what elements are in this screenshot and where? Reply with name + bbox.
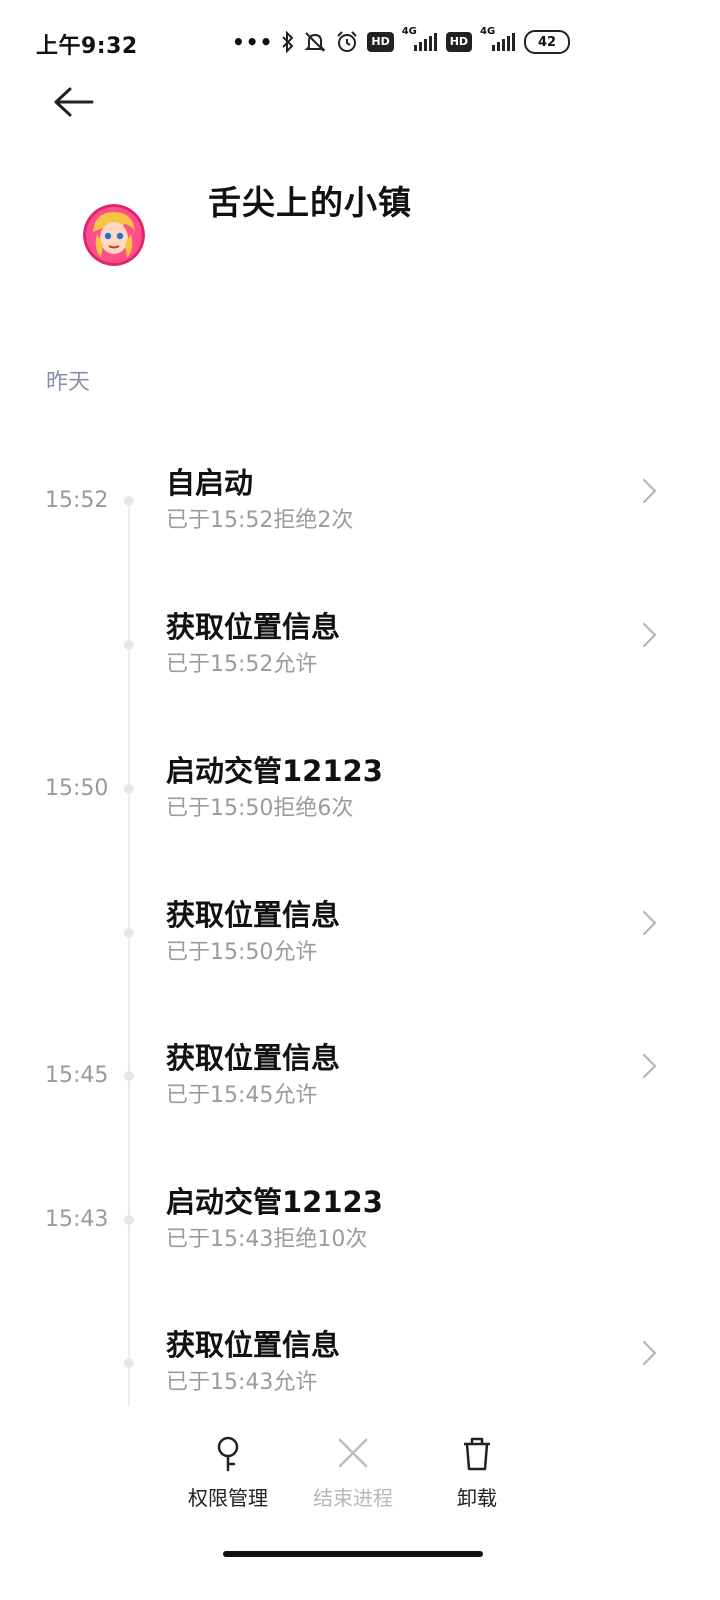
entry-title: 获取位置信息 <box>166 898 341 932</box>
end-process-label: 结束进程 <box>313 1486 393 1510</box>
chevron-right-icon <box>642 622 657 648</box>
hd-icon: HD <box>445 32 473 52</box>
chevron-right-icon <box>642 1340 657 1366</box>
entry-title: 启动交管12123 <box>166 754 383 788</box>
more-dots-icon: ••• <box>232 30 274 54</box>
key-icon <box>217 1436 239 1472</box>
entry-subtitle: 已于15:43拒绝10次 <box>166 1227 368 1252</box>
entry-title: 获取位置信息 <box>166 610 341 644</box>
entry-time: 15:43 <box>45 1207 109 1232</box>
end-process-button[interactable]: 结束进程 <box>298 1434 408 1524</box>
entry-subtitle: 已于15:52允许 <box>166 652 318 677</box>
entry-title: 自启动 <box>166 466 254 500</box>
entry-title: 启动交管12123 <box>166 1185 383 1219</box>
timeline-entry[interactable]: 15:45 获取位置信息 已于15:45允许 <box>0 1041 720 1163</box>
timeline-entry[interactable]: 获取位置信息 已于15:52允许 <box>0 610 720 732</box>
entry-time: 15:50 <box>45 776 109 801</box>
timeline-dot <box>124 1215 134 1225</box>
entry-time: 15:45 <box>45 1063 109 1088</box>
section-date: 昨天 <box>46 370 91 395</box>
signal-icon: 4G <box>480 27 516 55</box>
back-arrow-icon <box>54 87 94 117</box>
bottom-action-bar: 权限管理 结束进程 卸载 <box>0 1420 720 1520</box>
entry-subtitle: 已于15:52拒绝2次 <box>166 508 354 533</box>
mute-icon <box>303 29 327 55</box>
timeline-dot <box>124 640 134 650</box>
hd-icon: HD <box>367 32 394 52</box>
entry-subtitle: 已于15:43允许 <box>166 1370 318 1395</box>
permissions-button[interactable]: 权限管理 <box>173 1434 283 1524</box>
chevron-right-icon <box>642 1053 657 1079</box>
entry-subtitle: 已于15:50拒绝6次 <box>166 796 354 821</box>
app-name: 舌尖上的小镇 <box>208 183 412 222</box>
timeline-entry: 15:43 启动交管12123 已于15:43拒绝10次 <box>0 1185 720 1307</box>
bluetooth-icon <box>281 29 295 55</box>
status-bar: 上午9:32 ••• HD 4G HD 4G 42 <box>0 0 720 84</box>
close-icon <box>338 1438 368 1468</box>
timeline-dot <box>124 496 134 506</box>
timeline-dot <box>124 928 134 938</box>
status-time: 上午9:32 <box>36 34 138 59</box>
back-button[interactable] <box>52 82 100 122</box>
entry-subtitle: 已于15:45允许 <box>166 1083 318 1108</box>
chevron-right-icon <box>642 910 657 936</box>
app-icon <box>83 204 145 266</box>
entry-subtitle: 已于15:50允许 <box>166 940 318 965</box>
entry-title: 获取位置信息 <box>166 1328 341 1362</box>
entry-time: 15:52 <box>45 488 109 513</box>
alarm-icon <box>335 29 359 55</box>
entry-title: 获取位置信息 <box>166 1041 341 1075</box>
timeline-dot <box>124 784 134 794</box>
status-icons: ••• HD 4G HD 4G 42 <box>232 27 571 56</box>
signal-icon: 4G <box>402 27 438 55</box>
permissions-label: 权限管理 <box>188 1486 268 1510</box>
uninstall-label: 卸载 <box>457 1486 497 1510</box>
chevron-right-icon <box>642 478 657 504</box>
timeline-entry[interactable]: 15:52 自启动 已于15:52拒绝2次 <box>0 466 720 588</box>
uninstall-button[interactable]: 卸载 <box>422 1434 532 1524</box>
battery-icon: 42 <box>524 30 571 54</box>
timeline-dot <box>124 1071 134 1081</box>
trash-icon <box>464 1437 490 1471</box>
timeline-entry[interactable]: 获取位置信息 已于15:50允许 <box>0 898 720 1020</box>
timeline-entry: 15:50 启动交管12123 已于15:50拒绝6次 <box>0 754 720 876</box>
timeline-dot <box>124 1358 134 1368</box>
home-indicator[interactable] <box>223 1551 483 1557</box>
